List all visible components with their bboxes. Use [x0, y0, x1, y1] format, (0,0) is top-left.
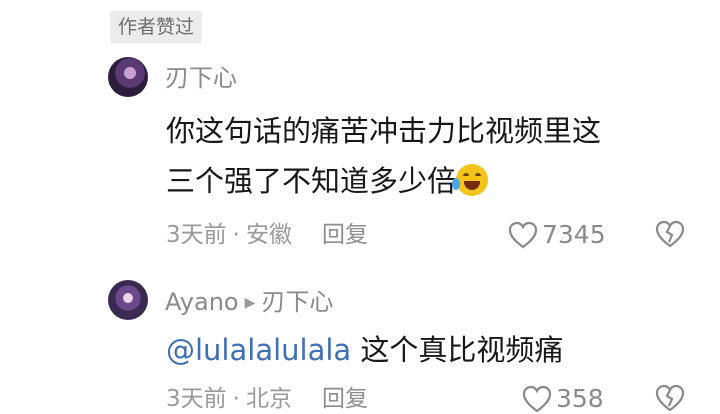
- comment-location: 安徽: [245, 222, 292, 248]
- dislike-button[interactable]: [654, 384, 686, 412]
- like-count: 358: [556, 384, 604, 413]
- broken-heart-icon: [654, 384, 686, 412]
- like-button[interactable]: 7345: [508, 220, 606, 250]
- reply-button[interactable]: 回复: [322, 386, 368, 412]
- avatar[interactable]: [108, 57, 148, 97]
- mention-link[interactable]: @lulalalulala: [166, 333, 351, 367]
- laughing-tears-emoji-icon: [452, 164, 489, 196]
- comment-time: 3天前: [166, 222, 227, 248]
- author-liked-badge: 作者赞过: [110, 11, 203, 43]
- reply-author-line: Ayano ▶ 刃下心: [165, 287, 333, 318]
- reply-author-name[interactable]: Ayano: [165, 288, 239, 316]
- dislike-button[interactable]: [654, 220, 686, 248]
- avatar[interactable]: [108, 280, 148, 320]
- comment-text: 你这句话的痛苦冲击力比视频里这 三个强了不知道多少倍: [166, 106, 686, 206]
- reply-location: 北京: [245, 386, 292, 412]
- reply-text: @lulalalulala 这个真比视频痛: [166, 325, 563, 375]
- comment-text-line2: 三个强了不知道多少倍: [166, 164, 457, 198]
- comment-meta: 3天前 · 安徽 回复: [166, 222, 368, 248]
- comment-text-line1: 你这句话的痛苦冲击力比视频里这: [166, 114, 602, 148]
- like-count: 7345: [542, 220, 606, 249]
- heart-outline-icon: [508, 221, 538, 249]
- reply-arrow-icon: ▶: [244, 295, 256, 311]
- heart-outline-icon: [522, 385, 552, 413]
- reply-button[interactable]: 回复: [322, 222, 368, 248]
- broken-heart-icon: [654, 220, 686, 248]
- reply-time: 3天前: [166, 386, 227, 412]
- comment-author-name[interactable]: 刃下心: [165, 63, 237, 93]
- reply-target-name[interactable]: 刃下心: [261, 288, 333, 316]
- reply-meta: 3天前 · 北京 回复: [166, 386, 368, 412]
- reply-text-body: 这个真比视频痛: [360, 333, 564, 367]
- like-button[interactable]: 358: [522, 384, 604, 414]
